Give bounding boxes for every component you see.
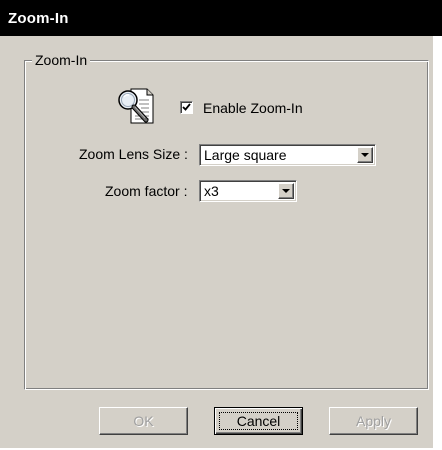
- lens-size-value: Large square: [204, 147, 287, 163]
- magnifier-document-icon: [115, 86, 161, 128]
- apply-button[interactable]: Apply: [329, 407, 418, 435]
- lens-size-label: Zoom Lens Size :: [79, 146, 188, 162]
- title-bar[interactable]: Zoom-In: [0, 0, 442, 36]
- checkmark-icon: [182, 103, 191, 111]
- groupbox-legend: Zoom-In: [32, 52, 91, 68]
- chevron-down-icon[interactable]: [278, 183, 294, 199]
- lens-size-select[interactable]: Large square: [199, 144, 376, 166]
- cancel-button[interactable]: Cancel: [214, 407, 303, 435]
- window-title: Zoom-In: [8, 10, 69, 27]
- enable-zoom-checkbox[interactable]: [180, 101, 193, 114]
- enable-zoom-label[interactable]: Enable Zoom-In: [203, 100, 303, 116]
- zoom-factor-value: x3: [204, 183, 219, 199]
- zoom-factor-select[interactable]: x3: [199, 180, 297, 202]
- zoom-in-dialog: Zoom-In Zoom-In Enable Zoom-In Zoom Lens: [0, 0, 442, 450]
- zoom-factor-label: Zoom factor :: [105, 183, 188, 199]
- cancel-label: Cancel: [236, 413, 281, 429]
- ok-button[interactable]: OK: [99, 407, 188, 435]
- right-edge: [433, 36, 442, 450]
- chevron-down-icon[interactable]: [357, 147, 373, 163]
